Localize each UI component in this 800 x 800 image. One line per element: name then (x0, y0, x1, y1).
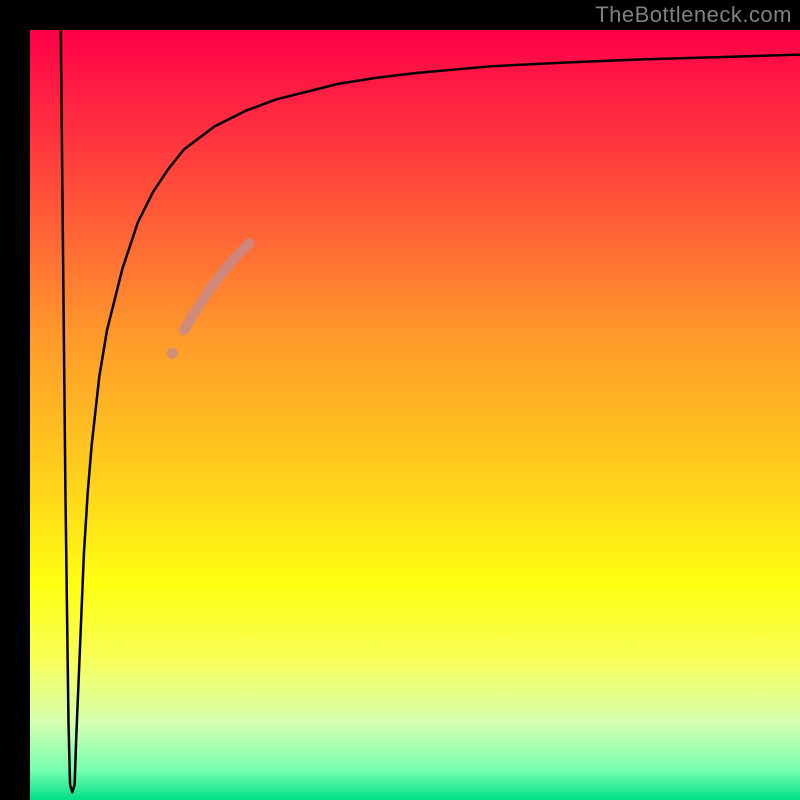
highlight-dot (167, 348, 178, 359)
frame-left (0, 0, 30, 800)
chart-stage: TheBottleneck.com (0, 0, 800, 800)
plot-background (30, 30, 800, 800)
watermark-text: TheBottleneck.com (595, 2, 792, 28)
bottleneck-chart (0, 0, 800, 800)
